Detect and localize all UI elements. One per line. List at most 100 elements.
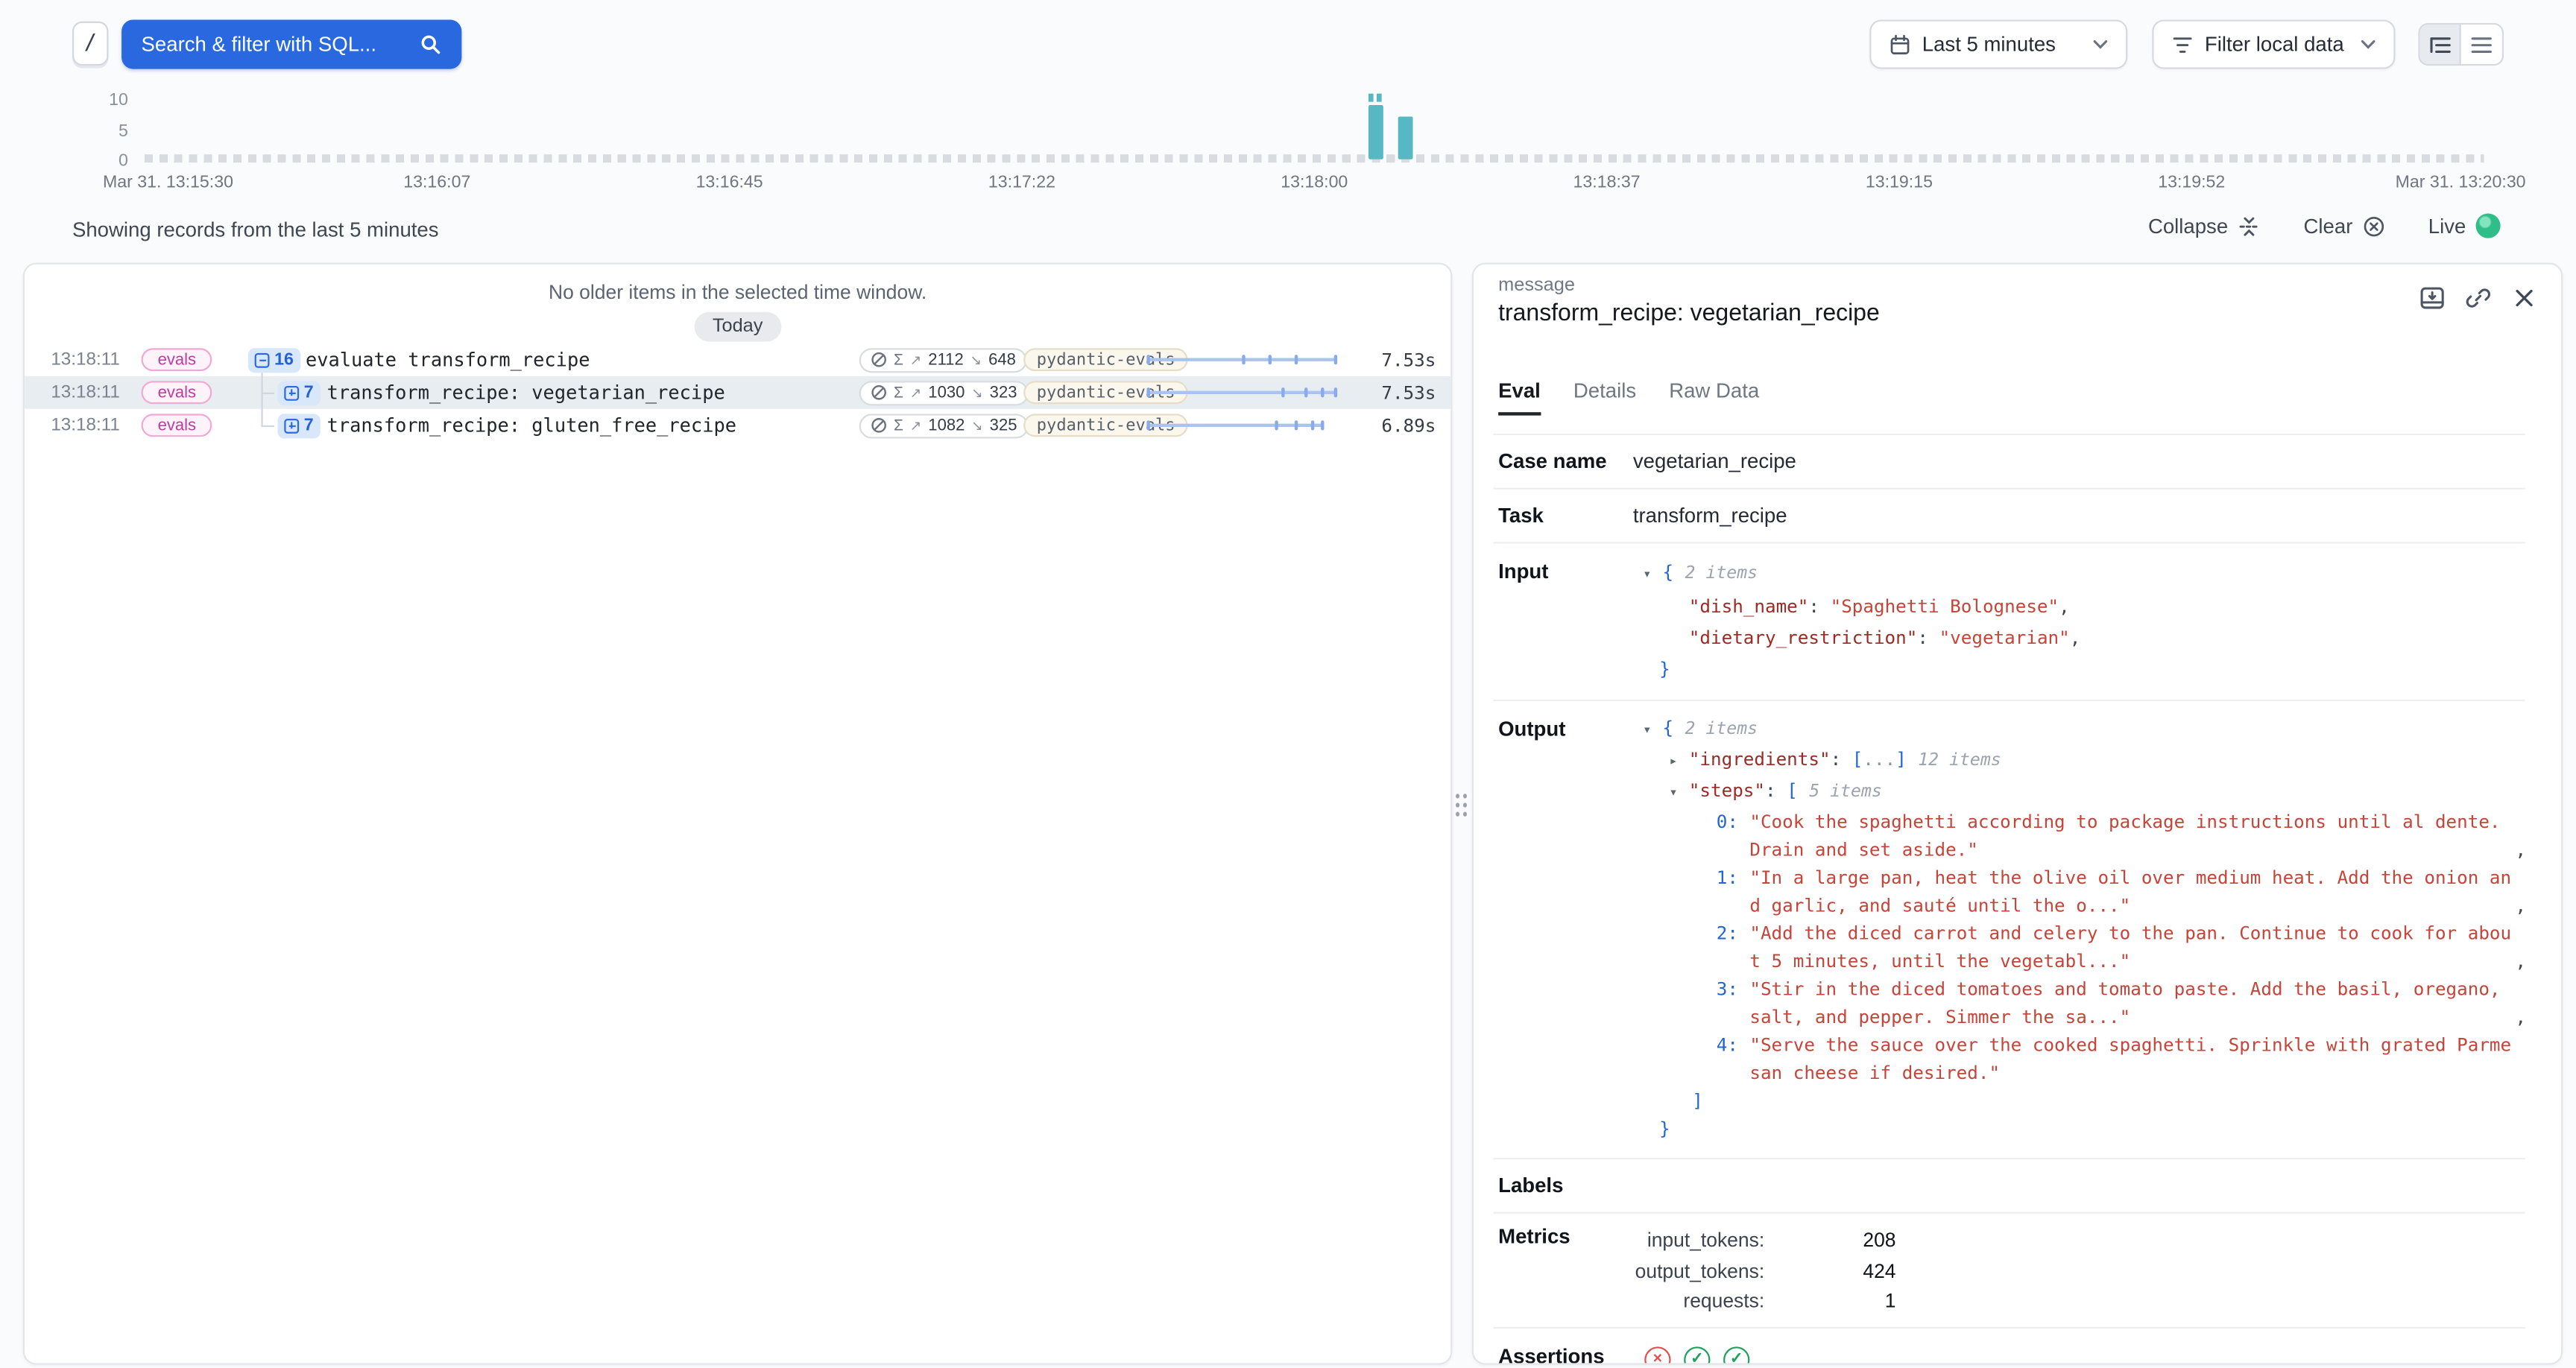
detail-tabs: Eval Details Raw Data [1498,379,1759,415]
histogram-bar[interactable] [1398,116,1413,159]
span-name: transform_recipe: gluten_free_recipe [327,414,736,437]
x-axis-tick: Mar 31. 13:20:30 [2396,172,2526,191]
tab-details[interactable]: Details [1573,379,1636,415]
duration-waterfall-bar [1146,387,1340,397]
y-axis-tick: 10 [86,92,128,110]
collapse-label: Collapse [2148,215,2228,238]
output-row: Output ▾{2 items ▸ingredients: [...]12 i… [1494,700,2525,1158]
field-label: Labels [1494,1174,1633,1197]
table-row[interactable]: 13:18:11 evals 16 evaluate transform_rec… [25,343,1450,376]
x-axis-tick: 13:19:15 [1866,172,1933,191]
x-axis-tick: 13:16:45 [696,172,763,191]
detail-panel: message transform_recipe: vegetarian_rec… [1472,263,2563,1365]
child-count: 7 [304,383,314,402]
tree-connector-line [261,373,262,425]
x-axis-tick: 13:19:52 [2158,172,2225,191]
histogram-bar[interactable] [1368,105,1383,159]
view-toggle-group [2418,23,2504,66]
metric-value: 208 [1764,1225,1895,1255]
copy-link-icon[interactable] [2463,282,2493,312]
tokens-in-icon: ↗ [910,351,922,369]
json-string-value: vegetarian [1939,627,2070,649]
search-placeholder: Search & filter with SQL... [142,33,376,56]
expand-children-badge[interactable]: 7 [277,380,320,405]
token-metrics-chip: Σ ↗ 1082 ↘ 325 [859,413,1029,437]
caret-down-icon[interactable]: ▾ [1643,718,1662,745]
histogram-mark [1368,94,1374,102]
live-label: Live [2428,215,2466,238]
json-array-item: Stir in the diced tomatoes and tomato pa… [1640,975,2546,1031]
caret-down-icon[interactable]: ▾ [1669,780,1688,808]
plus-square-icon [284,385,299,400]
tokens-in-count: 1082 [928,417,965,434]
record-kind-label: message [1498,276,1575,295]
case-name-value: vegetarian_recipe [1633,450,1796,473]
assertion-pass-icon[interactable]: ✓ [1723,1346,1749,1364]
step-string: Add the diced carrot and celery to the p… [1749,919,2515,975]
time-range-dropdown[interactable]: Last 5 minutes [1869,19,2127,69]
sigma-icon: Σ [894,384,903,402]
expand-children-badge[interactable]: 7 [277,413,320,437]
flat-view-toggle-button[interactable] [2461,25,2502,64]
assertion-pass-icon[interactable]: ✓ [1684,1346,1710,1364]
chevron-down-icon [2093,39,2108,49]
step-string: Cook the spaghetti according to package … [1749,808,2515,864]
input-row: Input ▾{2 items dish_name: Spaghetti Bol… [1494,542,2525,700]
collapse-children-badge[interactable]: 16 [248,347,300,372]
caret-right-icon[interactable]: ▸ [1669,749,1688,776]
app-window: / Search & filter with SQL... Last 5 min… [0,0,2576,1368]
span-name: transform_recipe: vegetarian_recipe [327,381,725,404]
output-json-viewer: ▾{2 items ▸ingredients: [...]12 items ▾s… [1633,715,2546,1143]
dock-bottom-icon[interactable] [2416,282,2446,312]
clear-circle-x-icon [2363,215,2386,238]
filter-local-data-dropdown[interactable]: Filter local data [2152,19,2395,69]
labels-row: Labels [1494,1158,2525,1212]
chevron-down-icon [2361,39,2375,49]
slash-circle-icon [871,417,887,434]
tab-raw-data[interactable]: Raw Data [1669,379,1759,415]
table-row-selected[interactable]: 13:18:11 evals 7 transform_recipe: veget… [25,376,1450,409]
panel-resize-handle[interactable] [1452,790,1467,817]
slash-shortcut-key[interactable]: / [72,22,108,66]
field-label: Task [1494,504,1633,528]
close-icon[interactable] [2509,282,2539,312]
showing-records-text: Showing records from the last 5 minutes [72,218,439,241]
minus-square-icon [255,352,270,367]
row-timestamp: 13:18:11 [51,383,120,402]
json-key: dish_name [1689,596,1809,618]
duration-waterfall-bar [1146,355,1340,364]
y-axis-tick: 0 [86,153,128,171]
items-count-note: 2 items [1685,719,1758,738]
caret-down-icon[interactable]: ▾ [1643,560,1662,592]
x-axis-tick: 13:17:22 [988,172,1055,191]
table-row[interactable]: 13:18:11 evals 7 transform_recipe: glute… [25,409,1450,442]
array-index [1712,919,1738,947]
x-axis-tick: 13:18:37 [1573,172,1641,191]
tab-eval[interactable]: Eval [1498,379,1541,415]
clear-label: Clear [2304,215,2353,238]
search-icon [416,30,446,60]
time-range-label: Last 5 minutes [1922,33,2082,56]
tree-view-toggle-button[interactable] [2420,25,2461,64]
clear-button[interactable]: Clear [2304,215,2386,238]
collapse-icon [2238,215,2261,238]
search-input[interactable]: Search & filter with SQL... [121,19,461,69]
items-count-note: 12 items [1918,750,2001,770]
tokens-out-icon: ↘ [971,384,983,402]
json-array-item: Add the diced carrot and celery to the p… [1640,919,2546,975]
live-toggle[interactable]: Live [2428,214,2501,238]
duration-text: 7.53s [1381,383,1436,405]
collapse-button[interactable]: Collapse [2148,215,2261,238]
step-string: Serve the sauce over the cooked spaghett… [1749,1031,2515,1087]
field-label: Assertions [1494,1344,1633,1365]
tree-connector-line [261,393,274,394]
sigma-icon: Σ [894,351,903,369]
assertion-fail-icon[interactable]: × [1644,1346,1670,1364]
array-index [1712,975,1738,1003]
items-count-note: 2 items [1685,563,1758,583]
evals-tag-pill: evals [142,348,213,371]
x-axis-tick: 13:18:00 [1281,172,1348,191]
evals-tag-pill: evals [142,381,213,404]
trace-list-panel: No older items in the selected time wind… [23,263,1453,1365]
tokens-in-icon: ↗ [910,384,922,402]
